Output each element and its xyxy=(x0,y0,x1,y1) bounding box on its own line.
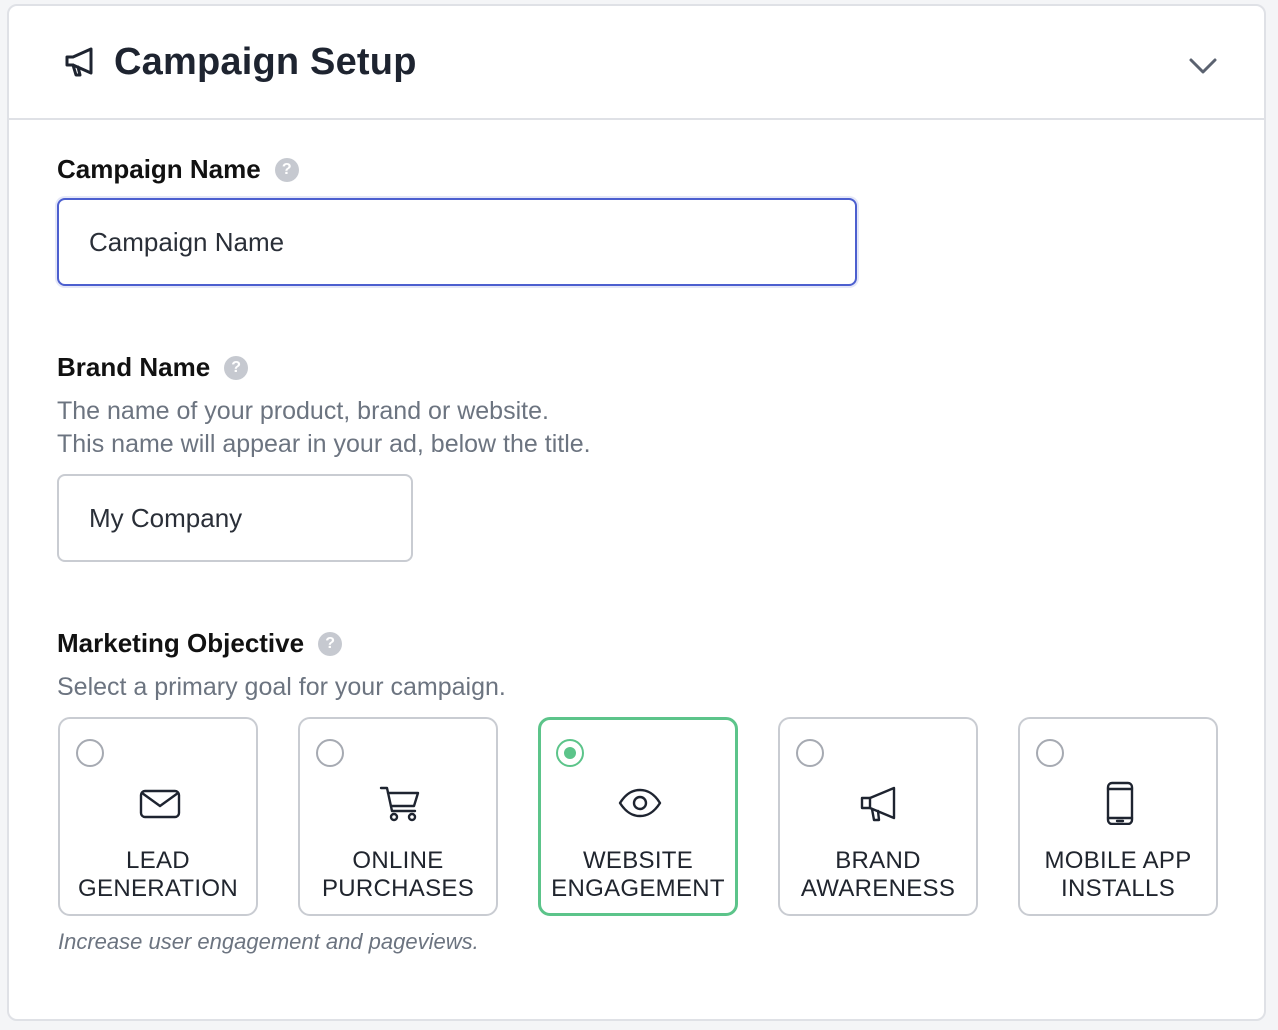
radio-online-purchases[interactable] xyxy=(316,739,344,767)
objective-description: Increase user engagement and pageviews. xyxy=(58,929,479,954)
phone-icon xyxy=(1098,781,1142,826)
option-label: WEBSITE ENGAGEMENT xyxy=(551,847,725,902)
objective-options: LEAD GENERATION ONLINE PURCHASES WEBSITE… xyxy=(58,717,1218,916)
radio-website-engagement[interactable] xyxy=(556,739,584,767)
option-label: MOBILE APP INSTALLS xyxy=(1044,847,1192,902)
radio-brand-awareness[interactable] xyxy=(796,739,824,767)
option-website-engagement[interactable]: WEBSITE ENGAGEMENT xyxy=(538,717,738,916)
radio-mobile-app-installs[interactable] xyxy=(1036,739,1064,767)
option-label: ONLINE PURCHASES xyxy=(321,847,475,902)
marketing-objective-hint: Select a primary goal for your campaign. xyxy=(57,673,506,701)
brand-name-hint: The name of your product, brand or websi… xyxy=(57,395,591,461)
option-label: BRAND AWARENESS xyxy=(800,847,956,902)
option-lead-generation[interactable]: LEAD GENERATION xyxy=(58,717,258,916)
help-icon[interactable]: ? xyxy=(318,631,343,656)
megaphone-icon xyxy=(858,781,902,825)
campaign-setup-panel: Campaign Setup Campaign Name ? Brand Nam… xyxy=(7,4,1266,1021)
help-icon[interactable]: ? xyxy=(224,355,249,380)
marketing-objective-label: Marketing Objective ? xyxy=(57,628,343,659)
option-brand-awareness[interactable]: BRAND AWARENESS xyxy=(778,717,978,916)
chevron-down-icon[interactable] xyxy=(1183,46,1223,86)
envelope-icon xyxy=(138,781,182,825)
megaphone-icon xyxy=(63,44,99,80)
cart-icon xyxy=(378,781,422,825)
option-mobile-app-installs[interactable]: MOBILE APP INSTALLS xyxy=(1018,717,1218,916)
campaign-name-label: Campaign Name ? xyxy=(57,154,299,185)
brand-name-hint-line2: This name will appear in your ad, below … xyxy=(57,430,591,458)
help-icon[interactable]: ? xyxy=(274,157,299,182)
option-label: LEAD GENERATION xyxy=(78,847,238,902)
eye-icon xyxy=(618,781,662,825)
panel-title: Campaign Setup xyxy=(114,41,417,83)
option-online-purchases[interactable]: ONLINE PURCHASES xyxy=(298,717,498,916)
campaign-name-label-text: Campaign Name xyxy=(57,154,261,184)
brand-name-label: Brand Name ? xyxy=(57,352,249,383)
brand-name-hint-line1: The name of your product, brand or websi… xyxy=(57,397,549,425)
campaign-name-input[interactable] xyxy=(57,198,857,286)
marketing-objective-label-text: Marketing Objective xyxy=(57,628,305,658)
brand-name-input[interactable] xyxy=(57,474,413,562)
radio-lead-generation[interactable] xyxy=(76,739,104,767)
panel-header[interactable]: Campaign Setup xyxy=(9,6,1264,120)
brand-name-label-text: Brand Name xyxy=(57,352,211,382)
